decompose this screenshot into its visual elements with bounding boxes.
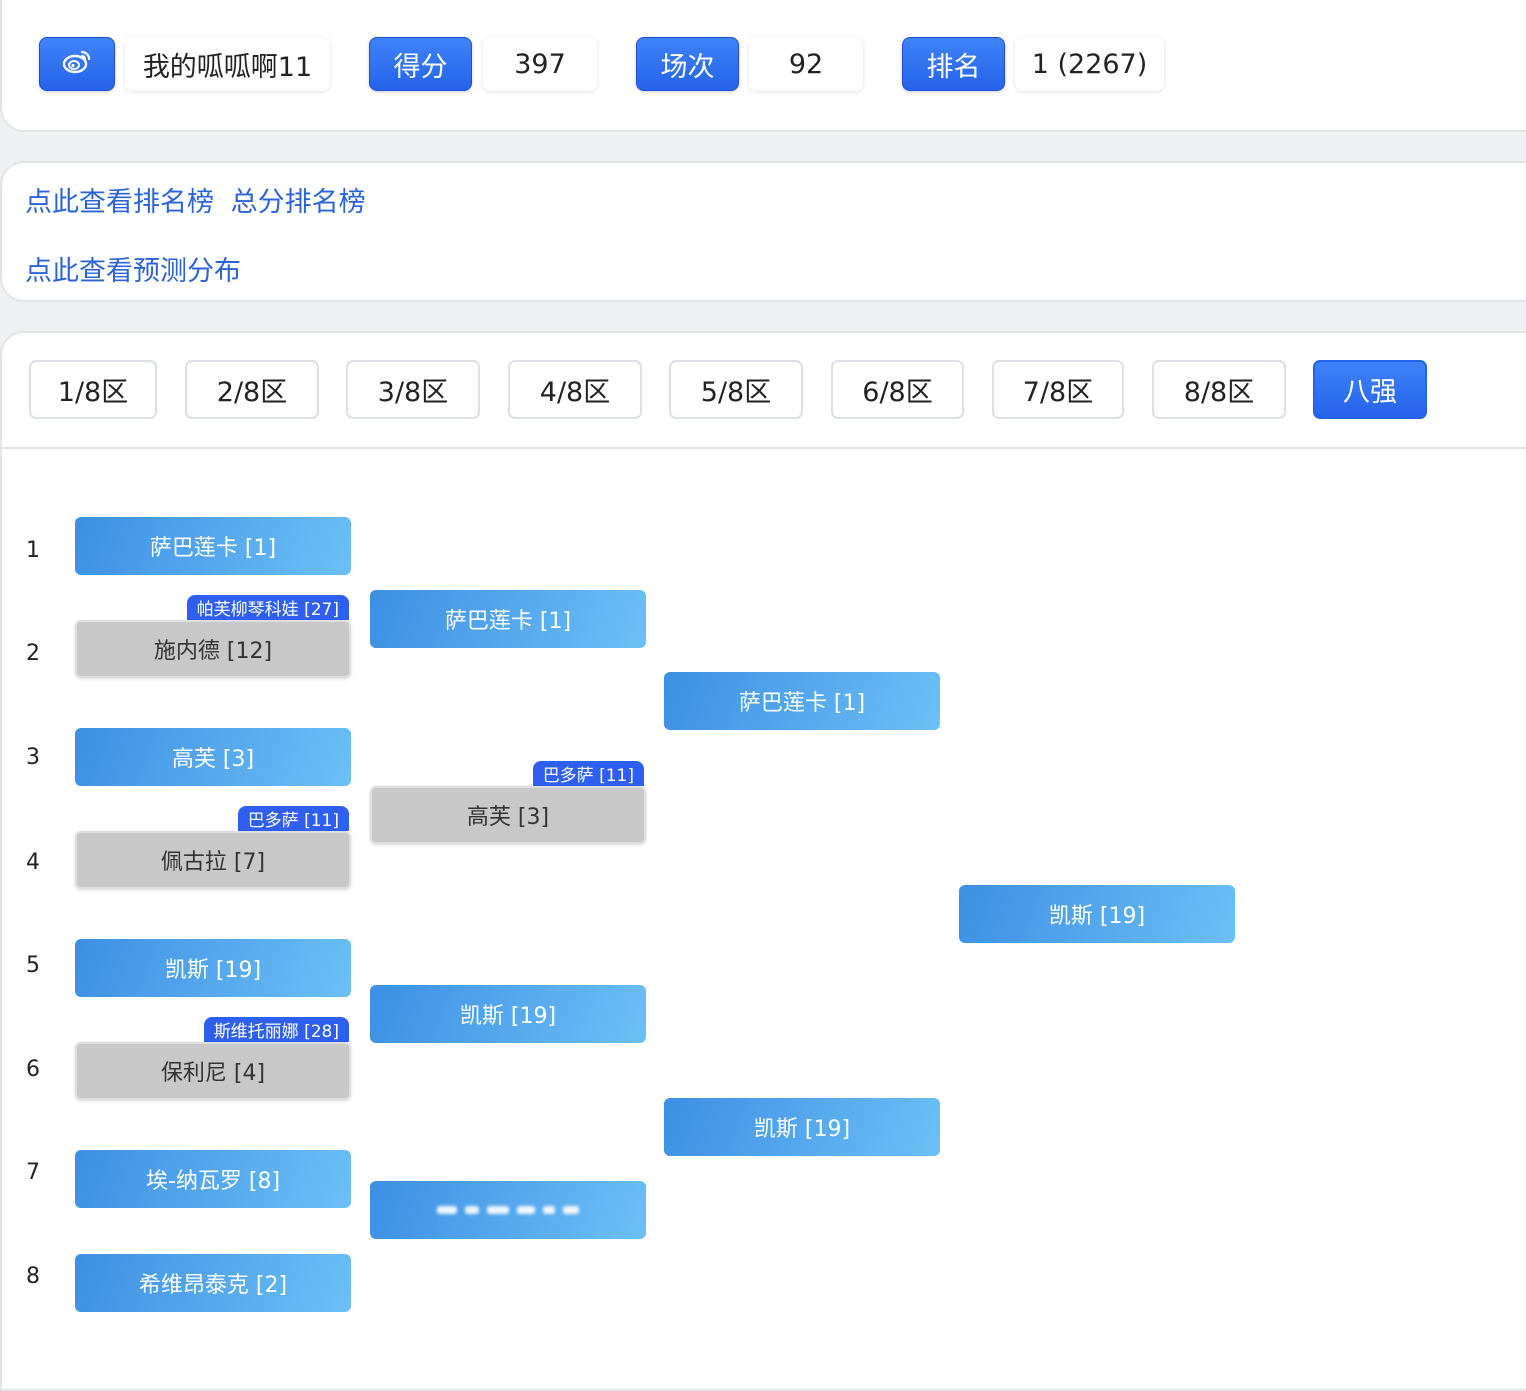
actual-winner-tag: 帕芙柳琴科娃 [27]: [186, 595, 349, 620]
weibo-icon: [62, 48, 92, 81]
prediction-link[interactable]: 点此查看预测分布: [25, 249, 241, 288]
tab-4-8[interactable]: 4/8区: [508, 360, 642, 419]
seed-number: 1: [26, 538, 40, 563]
bracket-match-r1-1[interactable]: 萨巴莲卡 [1]: [75, 517, 351, 575]
actual-winner-tag: 斯维托丽娜 [28]: [203, 1017, 349, 1042]
tab-5-8[interactable]: 5/8区: [669, 360, 803, 419]
tab-6-8[interactable]: 6/8区: [831, 360, 964, 419]
bracket-match-r1-2[interactable]: 施内德 [12]: [75, 620, 351, 678]
rank-value: 1 (2267): [1015, 37, 1164, 91]
bracket-match-r2-1[interactable]: 萨巴莲卡 [1]: [370, 590, 646, 648]
obscured-text: [437, 1206, 579, 1214]
bracket-match-r1-3[interactable]: 高芙 [3]: [75, 728, 351, 786]
seed-number: 8: [26, 1264, 40, 1289]
bracket-match-r2-2[interactable]: 高芙 [3]: [370, 786, 646, 844]
seed-number: 3: [26, 745, 40, 770]
rankings-links-row: 点此查看排名榜 总分排名榜: [25, 180, 366, 219]
bracket-match-r2-4-obscured[interactable]: [370, 1181, 646, 1239]
bracket-match-r1-7[interactable]: 埃-纳瓦罗 [8]: [75, 1150, 351, 1208]
seed-number: 6: [26, 1057, 40, 1082]
actual-winner-tag: 巴多萨 [11]: [532, 761, 644, 786]
weibo-button[interactable]: [39, 37, 115, 91]
rankings-link[interactable]: 点此查看排名榜: [25, 187, 214, 218]
tab-quarterfinal[interactable]: 八强: [1313, 360, 1427, 419]
bracket-match-r2-3[interactable]: 凯斯 [19]: [370, 985, 646, 1043]
bracket-match-r1-8[interactable]: 希维昂泰克 [2]: [75, 1254, 351, 1312]
tab-1-8[interactable]: 1/8区: [29, 360, 157, 419]
bracket-match-r3-2[interactable]: 凯斯 [19]: [664, 1098, 940, 1156]
matches-value: 92: [749, 37, 863, 91]
tab-3-8[interactable]: 3/8区: [346, 360, 480, 419]
seed-number: 4: [26, 850, 40, 875]
actual-winner-tag: 巴多萨 [11]: [237, 806, 349, 831]
bracket-match-r3-1[interactable]: 萨巴莲卡 [1]: [664, 672, 940, 730]
total-rankings-link[interactable]: 总分排名榜: [231, 187, 366, 218]
bracket-match-r1-6[interactable]: 保利尼 [4]: [75, 1042, 351, 1100]
seed-number: 2: [26, 641, 40, 666]
tab-2-8[interactable]: 2/8区: [185, 360, 319, 419]
bracket-match-r1-4[interactable]: 佩古拉 [7]: [75, 831, 351, 889]
score-label: 得分: [369, 37, 472, 91]
tab-divider: [2, 447, 1526, 449]
bracket-match-r1-5[interactable]: 凯斯 [19]: [75, 939, 351, 997]
rank-label: 排名: [902, 37, 1005, 91]
username: 我的呱呱啊11: [125, 37, 330, 91]
tab-8-8[interactable]: 8/8区: [1152, 360, 1286, 419]
tab-7-8[interactable]: 7/8区: [992, 360, 1124, 419]
bracket-champion[interactable]: 凯斯 [19]: [959, 885, 1235, 943]
matches-label: 场次: [636, 37, 739, 91]
seed-number: 7: [26, 1160, 40, 1185]
seed-number: 5: [26, 953, 40, 978]
score-value: 397: [483, 37, 597, 91]
